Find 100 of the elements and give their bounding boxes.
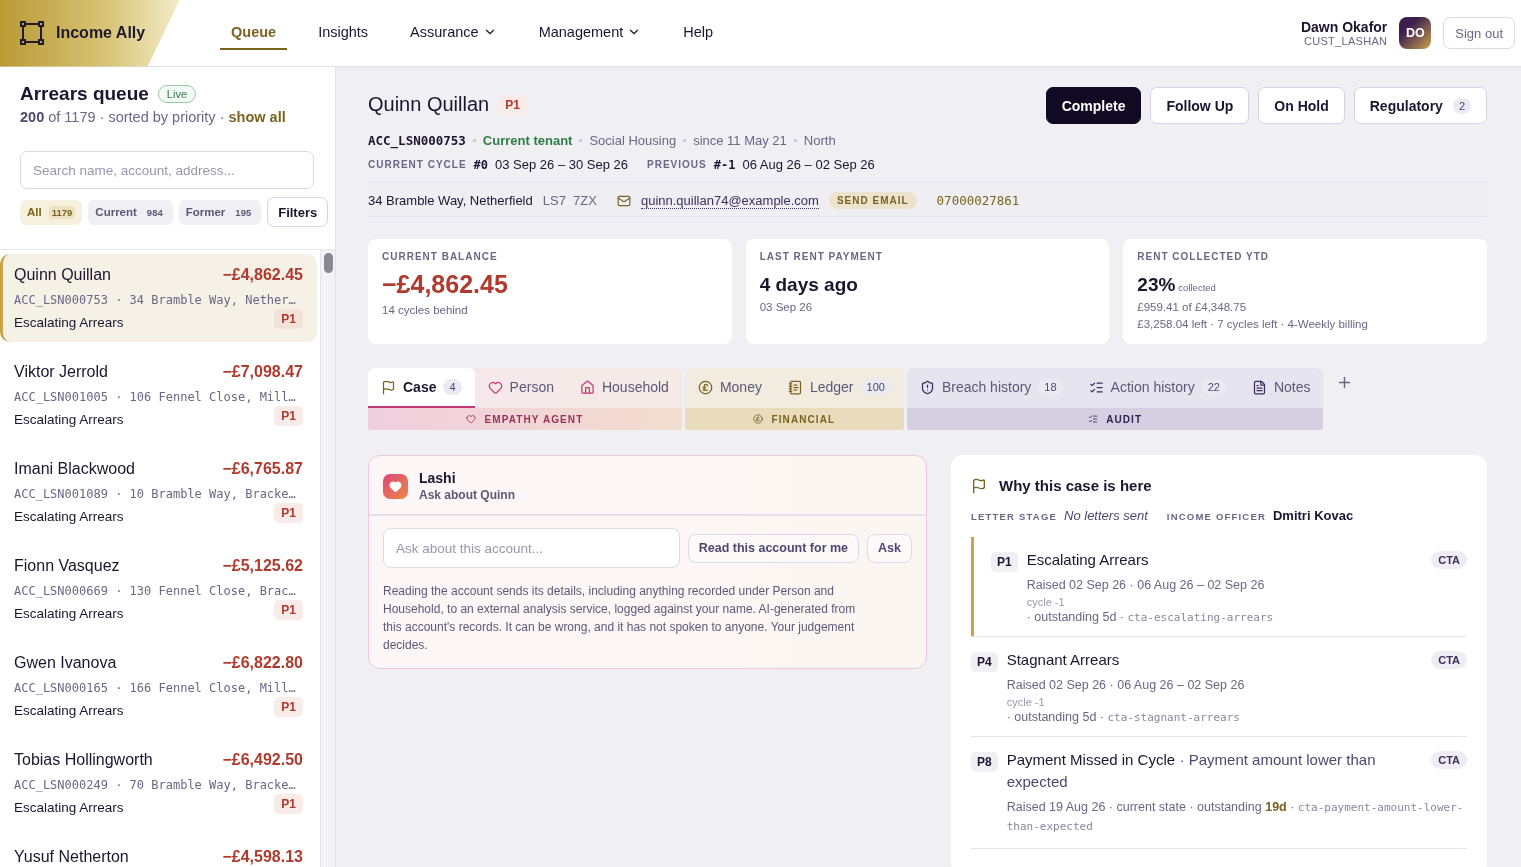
ask-button[interactable]: Ask [867,533,912,563]
case-tab[interactable]: Money [684,368,775,408]
queue-item[interactable]: Yusuf Netherton −£4,598.13 [0,836,317,867]
queue-item[interactable]: Gwen Ivanova −£6,822.80 ACC_LSN000165 · 166 Fennel Close, Mill… Escalating Arrears P1 [0,642,317,730]
arrears-amount: −£4,862.45 [222,266,303,284]
reason-cycle: cycle -1 [1006,696,1046,708]
sign-out-button[interactable]: Sign out [1443,17,1515,49]
stat-detail: 03 Sep 26 [759,301,814,313]
queue-item[interactable]: Tobias Hollingworth −£6,492.50 ACC_LSN000249 · 70 Bramble Way, Bracke… Escalating Arrears P1 [0,739,317,827]
stat-value: −£4,862.45 [382,270,508,299]
nav-tab[interactable]: Queue [220,16,288,50]
priority-badge: P1 [274,599,303,620]
group-name: FINANCIAL [771,413,836,425]
filter-chip[interactable]: Current 984 [88,199,173,225]
stat-detail: £959.41 of £4,348.75 [1137,301,1248,313]
stat-value: 4 days ago [759,274,858,296]
user-name: Dawn Okafor [1300,19,1388,35]
nav-tab[interactable]: Help [672,16,725,50]
queue-item[interactable]: Quinn Quillan −£4,862.45 ACC_LSN000753 · 34 Bramble Way, Nether… Escalating Arrears P1 [0,254,317,342]
cta-tag: CTA [1431,651,1467,669]
stat-label: LAST RENT PAYMENT [759,251,884,262]
case-tab[interactable]: Breach history 18 [906,368,1076,408]
cycle-dates: 03 Sep 26 – 30 Sep 26 [495,157,629,172]
outstanding-text: · outstanding 5d · [1006,710,1104,724]
arrears-status: Escalating Arrears [14,606,124,621]
reason-details: Raised 19 Aug 26 · current state · outstanding 19d · cta-payment-amount-lower-than-expected [1006,799,1465,835]
send-email-button[interactable]: SEND EMAIL [828,192,917,209]
reasons-title: Why this case is here [999,477,1152,494]
case-name: Quinn Quillan [368,93,490,116]
user-id: CUST_LASHAN [1303,35,1388,47]
question-field[interactable]: Ask about this account... [383,528,680,568]
house-icon [579,379,595,395]
arrears-amount: −£6,492.50 [222,751,303,769]
group-name: EMPATHY AGENT [484,413,584,425]
nav-tab[interactable]: Assurance [399,16,508,50]
case-tab[interactable]: Case 4 [368,368,475,408]
tenant-name: Imani Blackwood [14,460,135,478]
flag-icon [381,379,396,395]
case-tab[interactable]: Action history 22 [1075,368,1239,408]
read-account-button[interactable]: Read this account for me [687,533,860,563]
arrears-status: Escalating Arrears [14,315,124,330]
group-name: AUDIT [1106,413,1143,425]
account-address: ACC_LSN001005 · 106 Fennel Close, Mill… [14,390,297,404]
phone-number: 07000027861 [936,193,1020,208]
arrears-status: Escalating Arrears [14,412,124,427]
stat-unit: collected [1178,282,1216,293]
queue-item[interactable]: Viktor Jerrold −£7,098.47 ACC_LSN001005 · 106 Fennel Close, Mill… Escalating Arrears P1 [0,351,317,439]
case-tab[interactable]: Household [566,368,682,408]
reason-item[interactable]: P4 Stagnant Arrears CTA Raised 02 Sep 26 · 06 Aug 26 – 02 Sep 26 cycle -1 · outstanding 5d · cta-stagnant-arrears [971,637,1467,737]
queue-title: Arrears queue [20,83,149,105]
account-address: ACC_LSN000165 · 166 Fennel Close, Mill… [14,681,297,695]
reason-code: cta-escalating-arrears [1127,611,1274,624]
tenancy-status: Current tenant [482,133,573,148]
action-button[interactable]: On Hold [1258,87,1345,124]
priority-badge: P1 [274,696,303,717]
queue-item[interactable]: Imani Blackwood −£6,765.87 ACC_LSN001089 · 10 Bramble Way, Bracke… Escalating Arrears P1 [0,448,317,536]
case-tab[interactable]: Notes [1238,368,1324,408]
filter-chip[interactable]: All 1179 [20,199,83,225]
stat-value: 23% [1137,274,1176,296]
search-field[interactable]: Search name, account, address... [20,151,314,189]
reason-item[interactable]: P8 Payment Missed in Cycle · Payment amount lower than expected CTA Raised 19 Aug 26 · current state · outstanding 19d · cta-payment-amount-lower-than-expected [971,737,1467,849]
nav-tab[interactable]: Management [527,16,653,50]
postcode: LS7 7ZX [542,193,597,208]
action-button[interactable]: Complete [1045,87,1142,124]
user-avatar[interactable]: DO [1399,17,1432,49]
brand-name: Income Ally [56,24,146,42]
address: 34 Bramble Way, Netherfield [368,193,533,208]
cta-tag: CTA [1431,751,1467,769]
case-tab[interactable]: Person [474,368,567,408]
tenant-name: Gwen Ivanova [14,654,117,672]
arrears-status: Escalating Arrears [14,509,124,524]
logo-icon [20,21,44,45]
case-tab[interactable]: Ledger 100 [774,368,904,408]
arrears-status: Escalating Arrears [14,703,124,718]
tenant-name: Tobias Hollingworth [14,751,153,769]
account-address: ACC_LSN001089 · 10 Bramble Way, Bracke… [14,487,297,501]
reason-item[interactable]: P1 Escalating Arrears CTA Raised 02 Sep 26 · 06 Aug 26 – 02 Sep 26 cycle -1 · outstanding 5d · cta-escalating-arrears [971,537,1467,637]
tenant-name: Quinn Quillan [14,266,111,284]
tenant-name: Fionn Vasquez [14,557,120,575]
arrears-amount: −£5,125.62 [222,557,303,575]
email-link[interactable]: quinn.quillan74@example.com [640,192,819,209]
filter-chip[interactable]: Former 195 [178,199,262,225]
queue-item[interactable]: Fionn Vasquez −£5,125.62 ACC_LSN000669 · 130 Fennel Close, Brac… Escalating Arrears P1 [0,545,317,633]
letter-stage: No letters sent [1064,508,1148,523]
scrollbar[interactable] [320,250,335,867]
show-all-link[interactable]: show all [228,109,286,125]
checklist-icon [1088,379,1104,395]
action-button[interactable]: Regulatory 2 [1353,87,1487,124]
heart-icon [487,379,503,395]
account-number: ACC_LSN000753 [368,133,466,148]
filters-button[interactable]: Filters [267,197,329,227]
cycle-label: PREVIOUS [647,159,707,170]
reason-title: Escalating Arrears [1026,550,1149,570]
cycle-dates: 06 Aug 26 – 02 Sep 26 [742,157,875,172]
account-address: ACC_LSN000753 · 34 Bramble Way, Nether… [14,293,297,307]
action-button[interactable]: Follow Up [1150,87,1250,124]
nav-tab[interactable]: Insights [307,16,380,50]
cycle-number: #0 [473,157,488,172]
tenancy-detail: since 11 May 21 [693,133,787,148]
account-address: ACC_LSN000669 · 130 Fennel Close, Brac… [14,584,297,598]
